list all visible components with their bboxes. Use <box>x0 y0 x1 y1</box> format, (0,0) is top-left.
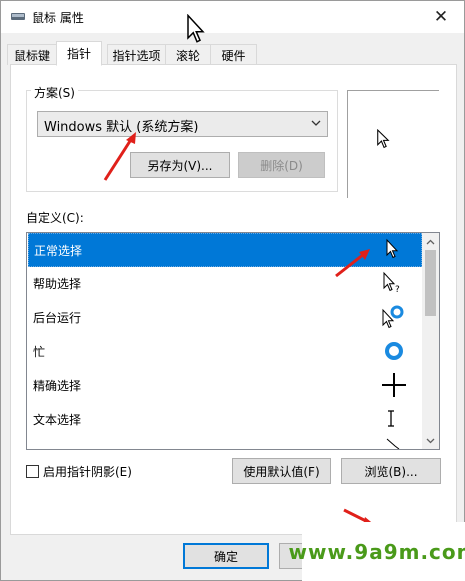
cursor-name: 文本选择 <box>33 413 82 427</box>
mouse-app-icon <box>11 13 25 20</box>
cursor-name: 正常选择 <box>34 244 83 258</box>
scroll-thumb[interactable] <box>425 250 436 316</box>
delete-button[interactable]: 删除(D) <box>238 152 325 178</box>
save-as-button[interactable]: 另存为(V)... <box>130 152 230 178</box>
list-item[interactable]: 后台运行 <box>28 301 422 335</box>
list-item[interactable]: 忙 <box>28 335 422 369</box>
text-select-cursor-icon <box>388 410 394 427</box>
checkbox-box[interactable] <box>26 465 39 478</box>
scroll-up-button[interactable] <box>422 233 439 250</box>
browse-button[interactable]: 浏览(B)... <box>341 458 441 484</box>
ok-button[interactable]: 确定 <box>183 543 269 569</box>
cursor-preview <box>347 90 439 198</box>
list-item[interactable]: 文本选择 <box>28 403 422 437</box>
scheme-selected-value: Windows 默认 (系统方案) <box>44 120 199 135</box>
partial-cursor-icon <box>386 438 400 449</box>
pointer-shadow-checkbox[interactable]: 启用指针阴影(E) <box>26 463 132 480</box>
customize-label: 自定义(C): <box>26 211 84 225</box>
watermark: www.9a9m.com <box>289 522 465 581</box>
list-item[interactable]: 精确选择 <box>28 369 422 403</box>
pointer-shadow-label: 启用指针阴影(E) <box>43 465 132 479</box>
tab-pointers[interactable]: 指针 <box>56 41 102 66</box>
chevron-down-icon <box>426 438 435 443</box>
close-button[interactable]: ✕ <box>418 1 464 32</box>
svg-text:?: ? <box>395 285 400 295</box>
mouse-properties-dialog: 鼠标 属性 ✕ 鼠标键 指针 指针选项 滚轮 硬件 方案(S) Windows … <box>0 0 465 581</box>
chevron-up-icon <box>426 239 435 244</box>
tab-pointer-options[interactable]: 指针选项 <box>107 44 166 65</box>
cursor-name: 精确选择 <box>33 379 82 393</box>
busy-cursor-icon <box>385 342 403 360</box>
tab-buttons[interactable]: 鼠标键 <box>7 44 57 65</box>
scheme-dropdown[interactable]: Windows 默认 (系统方案) <box>37 111 328 137</box>
tab-hardware[interactable]: 硬件 <box>210 44 257 65</box>
vertical-scrollbar[interactable] <box>422 233 439 449</box>
scheme-label: 方案(S) <box>31 84 78 101</box>
title-bar: 鼠标 属性 ✕ <box>1 1 464 33</box>
arrow-cursor-icon <box>377 129 390 149</box>
precision-select-cursor-icon <box>382 373 406 397</box>
close-icon: ✕ <box>433 6 449 27</box>
pointers-panel: 方案(S) Windows 默认 (系统方案) 另存为(V)... 删除(D) … <box>10 64 457 535</box>
chevron-down-icon <box>311 120 321 126</box>
cursor-name: 后台运行 <box>33 311 82 325</box>
window-title: 鼠标 属性 <box>32 11 84 25</box>
tab-wheel[interactable]: 滚轮 <box>165 44 211 65</box>
cursor-name: 帮助选择 <box>33 277 82 291</box>
help-cursor-icon: ? <box>383 271 400 295</box>
cursor-list[interactable]: 正常选择 帮助选择 ? 后台运行 忙 精确选择 文本选择 <box>26 232 440 450</box>
use-default-button[interactable]: 使用默认值(F) <box>232 458 331 484</box>
scroll-down-button[interactable] <box>422 432 439 449</box>
list-item[interactable]: 帮助选择 ? <box>28 267 422 301</box>
cursor-name: 忙 <box>33 345 46 359</box>
working-in-background-cursor-icon <box>382 305 404 329</box>
arrow-cursor-icon <box>386 238 399 259</box>
list-item[interactable]: 正常选择 <box>28 233 422 267</box>
